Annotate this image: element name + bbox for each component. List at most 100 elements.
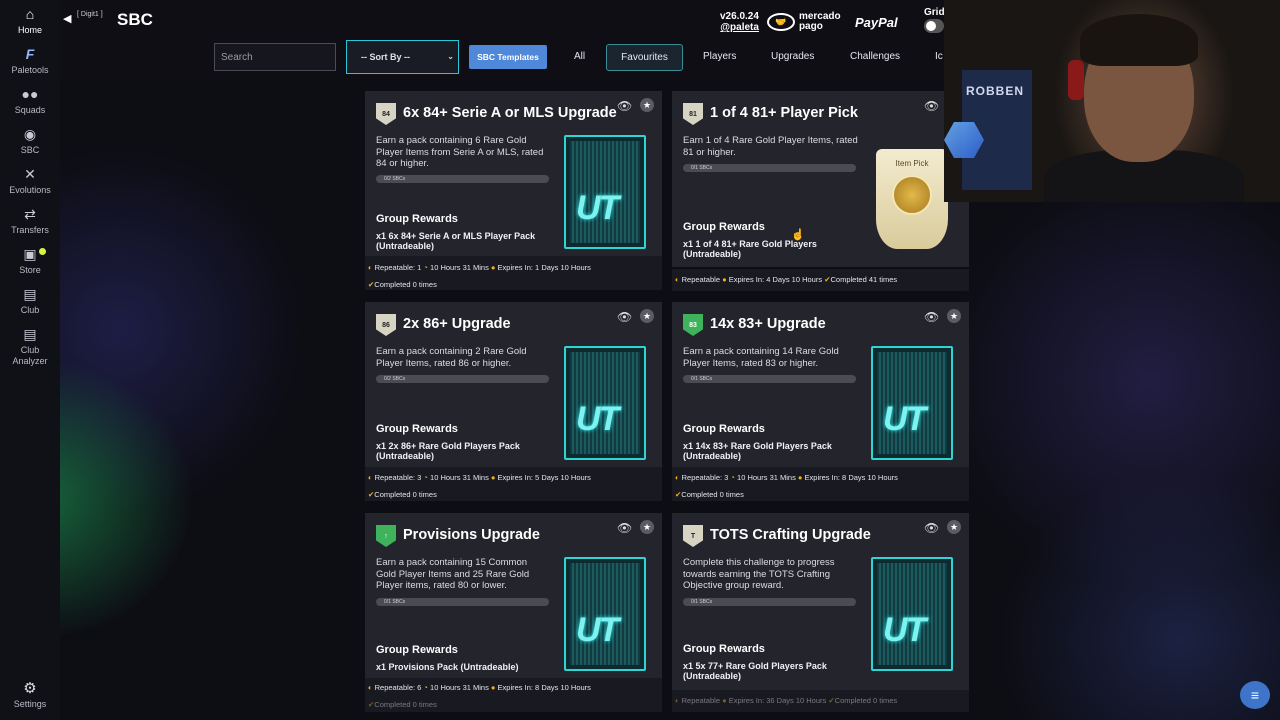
sbc-card[interactable]: 83 14x 83+ Upgrade 👁 ★ Earn a pack conta… <box>672 302 969 492</box>
evolutions-icon: ✕ <box>24 166 36 182</box>
card-description: Earn a pack containing 6 Rare Gold Playe… <box>376 135 544 169</box>
back-arrow-icon[interactable]: ◀ <box>63 12 71 25</box>
group-rewards-label: Group Rewards <box>683 643 765 655</box>
sort-select[interactable]: -- Sort By -- ⌄ <box>346 40 459 74</box>
sidebar-item-evolutions[interactable]: ✕ Evolutions <box>0 166 60 195</box>
group-rewards-label: Group Rewards <box>376 213 458 225</box>
version-number: v26.0.24 <box>720 11 759 22</box>
sbc-card[interactable]: ↑ Provisions Upgrade 👁 ★ Earn a pack con… <box>365 513 662 678</box>
mercado-pago-logo[interactable]: 🤝 mercado pago <box>766 12 847 32</box>
sidebar-item-store[interactable]: ▣ Store <box>0 246 60 275</box>
progress-label: 0/1 SBCs <box>691 376 713 382</box>
tab-upgrades[interactable]: Upgrades <box>771 51 814 62</box>
progress-bar: 0/1 SBCs <box>683 164 856 172</box>
store-icon: ▣ <box>23 246 37 262</box>
tab-challenges[interactable]: Challenges <box>850 51 900 62</box>
sidebar-item-home[interactable]: ⌂ Home <box>0 6 60 35</box>
pack-logo: UT <box>883 400 926 438</box>
hide-eye-icon[interactable]: 👁 <box>924 99 939 113</box>
page-title: SBC <box>117 10 153 29</box>
paypal-logo[interactable]: PayPal <box>855 15 898 30</box>
sidebar-item-label: Settings <box>13 699 47 709</box>
provisions-badge-icon: ↑ <box>376 525 396 547</box>
squads-icon: ●● <box>21 86 39 102</box>
sbc-icon: ◉ <box>23 126 37 142</box>
card-title: 6x 84+ Serie A or MLS Upgrade <box>403 105 617 121</box>
card-footer: ◐ Repeatable: 6 ◔ 10 Hours 31 Mins ● Exp… <box>365 678 662 712</box>
sidebar-item-settings[interactable]: ⚙ Settings <box>0 679 60 709</box>
favourite-star-icon[interactable]: ★ <box>947 309 961 323</box>
hide-eye-icon[interactable]: 👁 <box>924 521 939 535</box>
sidebar-item-club-analyzer[interactable]: ▤ Club Analyzer <box>0 326 60 367</box>
gold-badge-icon <box>892 175 932 215</box>
search-input[interactable] <box>214 43 336 71</box>
store-notification-dot <box>39 248 46 255</box>
card-footer: ◐ Repeatable: 3 ◔ 10 Hours 31 Mins ● Exp… <box>672 467 969 501</box>
sbc-card[interactable]: 86 2x 86+ Upgrade 👁 ★ Earn a pack contai… <box>365 302 662 492</box>
favourite-star-icon[interactable]: ★ <box>947 520 961 534</box>
hide-eye-icon[interactable]: 👁 <box>924 310 939 324</box>
favourite-star-icon[interactable]: ★ <box>640 98 654 112</box>
progress-label: 0/2 SBCs <box>384 176 406 182</box>
card-description: Earn a pack containing 15 Common Gold Pl… <box>376 557 530 591</box>
group-reward: x1 6x 84+ Serie A or MLS Player Pack (Un… <box>376 231 536 251</box>
author-handle[interactable]: @paleta <box>720 22 759 33</box>
card-title: 1 of 4 81+ Player Pick <box>710 105 858 121</box>
favourite-star-icon[interactable]: ★ <box>640 309 654 323</box>
home-icon: ⌂ <box>25 6 35 22</box>
sidebar-item-squads[interactable]: ●● Squads <box>0 86 60 115</box>
card-meta: ◐ Repeatable: 6 ◔ 10 Hours 31 Mins ● Exp… <box>368 683 591 692</box>
sbc-card[interactable]: T TOTS Crafting Upgrade 👁 ★ Complete thi… <box>672 513 969 690</box>
sidebar-item-label: Squads <box>14 105 46 115</box>
sidebar-item-sbc[interactable]: ◉ SBC <box>0 126 60 155</box>
sidebar-item-transfers[interactable]: ⇄ Transfers <box>0 206 60 235</box>
sbc-templates-button[interactable]: SBC Templates <box>469 45 547 69</box>
sidebar-item-paletools[interactable]: F Paletools <box>0 46 60 75</box>
card-footer: ◐ Repeatable: 1 ◔ 10 Hours 31 Mins ● Exp… <box>365 256 662 290</box>
pack-logo: UT <box>576 400 619 438</box>
favourite-star-icon[interactable]: ★ <box>640 520 654 534</box>
grid-toggle[interactable] <box>924 19 944 33</box>
group-reward: x1 14x 83+ Rare Gold Players Pack (Untra… <box>683 441 832 461</box>
jersey-text: ROBBEN <box>966 84 1025 98</box>
pack-image: UT <box>564 135 646 249</box>
card-title: TOTS Crafting Upgrade <box>710 527 871 543</box>
sidebar-item-label: Evolutions <box>9 185 51 195</box>
group-reward: x1 1 of 4 81+ Rare Gold Players (Untrade… <box>683 239 817 259</box>
progress-bar: 0/2 SBCs <box>376 375 549 383</box>
filter-lines-icon[interactable]: ≡ <box>1240 681 1270 709</box>
tab-icons[interactable]: Ic <box>935 51 943 62</box>
pack-logo: UT <box>576 189 619 227</box>
sidebar-item-club[interactable]: ▤ Club <box>0 286 60 315</box>
tab-all[interactable]: All <box>574 51 585 62</box>
handshake-icon: 🤝 <box>766 13 795 31</box>
sbc-card[interactable]: 84 6x 84+ Serie A or MLS Upgrade 👁 ★ Ear… <box>365 91 662 281</box>
item-pick-card: Item Pick <box>876 149 948 249</box>
pack-logo: UT <box>576 611 619 649</box>
grid-label: Grid <box>924 7 945 18</box>
sidebar-item-label: Store <box>19 265 41 275</box>
tab-players[interactable]: Players <box>703 51 736 62</box>
tab-favourites[interactable]: Favourites <box>606 44 683 71</box>
webcam-overlay: ROBBEN <box>944 0 1280 202</box>
card-title: Provisions Upgrade <box>403 527 540 543</box>
completed-count: ✔Completed 0 times <box>368 490 437 499</box>
sidebar: ⌂ Home F Paletools ●● Squads ◉ SBC ✕ Evo… <box>0 0 60 720</box>
card-meta: ◐ Repeatable ● Expires In: 36 Days 10 Ho… <box>675 696 898 705</box>
progress-label: 0/1 SBCs <box>691 599 713 605</box>
hide-eye-icon[interactable]: 👁 <box>617 310 632 324</box>
completed-count: ✔Completed 0 times <box>675 490 744 499</box>
chevron-down-icon: ⌄ <box>447 52 454 61</box>
hide-eye-icon[interactable]: 👁 <box>617 99 632 113</box>
transfers-icon: ⇄ <box>24 206 36 222</box>
sidebar-item-label: Transfers <box>11 225 49 235</box>
progress-bar: 0/1 SBCs <box>376 598 549 606</box>
sbc-card[interactable]: 81 1 of 4 81+ Player Pick 👁 Earn 1 of 4 … <box>672 91 969 267</box>
hide-eye-icon[interactable]: 👁 <box>617 521 632 535</box>
sidebar-item-label: Home <box>17 25 42 35</box>
group-rewards-label: Group Rewards <box>376 423 458 435</box>
completed-count: ✔Completed 0 times <box>368 280 437 289</box>
card-title: 2x 86+ Upgrade <box>403 316 511 332</box>
card-description: Earn 1 of 4 Rare Gold Player Items, rate… <box>683 135 858 158</box>
club-analyzer-icon: ▤ <box>23 326 37 342</box>
